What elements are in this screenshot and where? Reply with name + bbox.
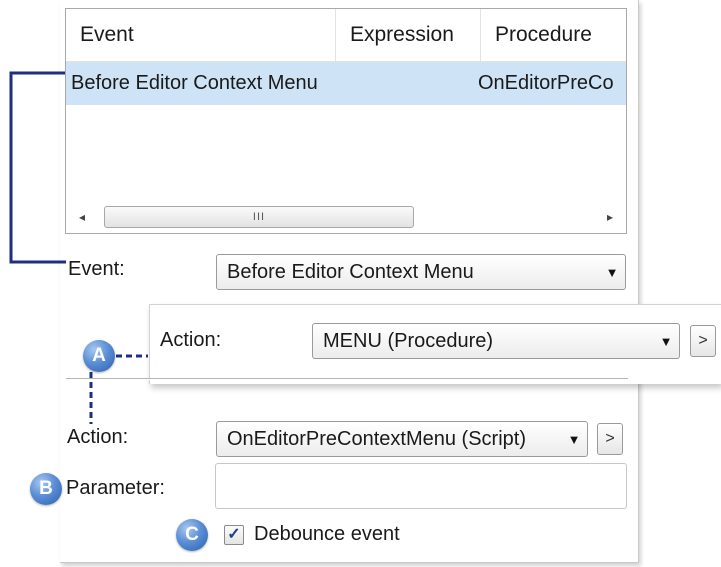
column-header-procedure[interactable]: Procedure xyxy=(481,9,626,61)
chevron-down-icon[interactable]: ▼ xyxy=(599,265,625,280)
callout-badge-c: C xyxy=(176,519,208,551)
horizontal-scrollbar[interactable]: ◂ III ▸ xyxy=(70,205,622,229)
action-go-button[interactable]: > xyxy=(597,423,623,455)
grid-header: Event Expression Procedure xyxy=(66,9,626,62)
callout-badge-b: B xyxy=(30,473,62,505)
scroll-track[interactable]: III xyxy=(94,206,598,228)
checkmark-icon: ✓ xyxy=(227,526,241,543)
callout-action-go-button[interactable]: > xyxy=(690,325,716,357)
parameter-input[interactable] xyxy=(215,463,627,509)
action-select-value: OnEditorPreContextMenu (Script) xyxy=(227,427,527,450)
callout-action-select[interactable]: MENU (Procedure) ▼ xyxy=(312,323,680,359)
event-select[interactable]: Before Editor Context Menu ▼ xyxy=(216,254,626,290)
scroll-right-icon[interactable]: ▸ xyxy=(598,205,622,229)
event-leader-line xyxy=(9,71,68,264)
action-label: Action: xyxy=(67,426,129,448)
debounce-checkbox[interactable]: ✓ xyxy=(224,525,244,545)
event-label: Event: xyxy=(68,258,125,280)
column-header-expression[interactable]: Expression xyxy=(336,9,481,61)
chevron-down-icon[interactable]: ▼ xyxy=(561,432,587,447)
action-select[interactable]: OnEditorPreContextMenu (Script) ▼ xyxy=(216,421,588,457)
column-header-event[interactable]: Event xyxy=(66,9,336,61)
action-callout: Action: MENU (Procedure) ▼ > xyxy=(149,304,721,384)
row-event-cell: Before Editor Context Menu xyxy=(71,72,318,94)
callout-action-label: Action: xyxy=(160,329,222,351)
row-procedure-cell: OnEditorPreCo xyxy=(478,72,614,94)
chevron-down-icon[interactable]: ▼ xyxy=(653,334,679,349)
separator-line xyxy=(66,378,628,380)
scroll-left-icon[interactable]: ◂ xyxy=(70,205,94,229)
callout-badge-a: A xyxy=(83,340,115,372)
table-row[interactable]: Before Editor Context Menu OnEditorPreCo xyxy=(66,62,626,105)
debounce-label[interactable]: Debounce event xyxy=(254,523,400,546)
events-grid[interactable]: Event Expression Procedure Before Editor… xyxy=(65,8,627,234)
scroll-grip-icon: III xyxy=(252,211,266,223)
scroll-thumb[interactable]: III xyxy=(104,206,414,228)
callout-action-value: MENU (Procedure) xyxy=(323,329,494,352)
event-select-value: Before Editor Context Menu xyxy=(227,260,474,283)
parameter-label: Parameter: xyxy=(66,477,165,499)
